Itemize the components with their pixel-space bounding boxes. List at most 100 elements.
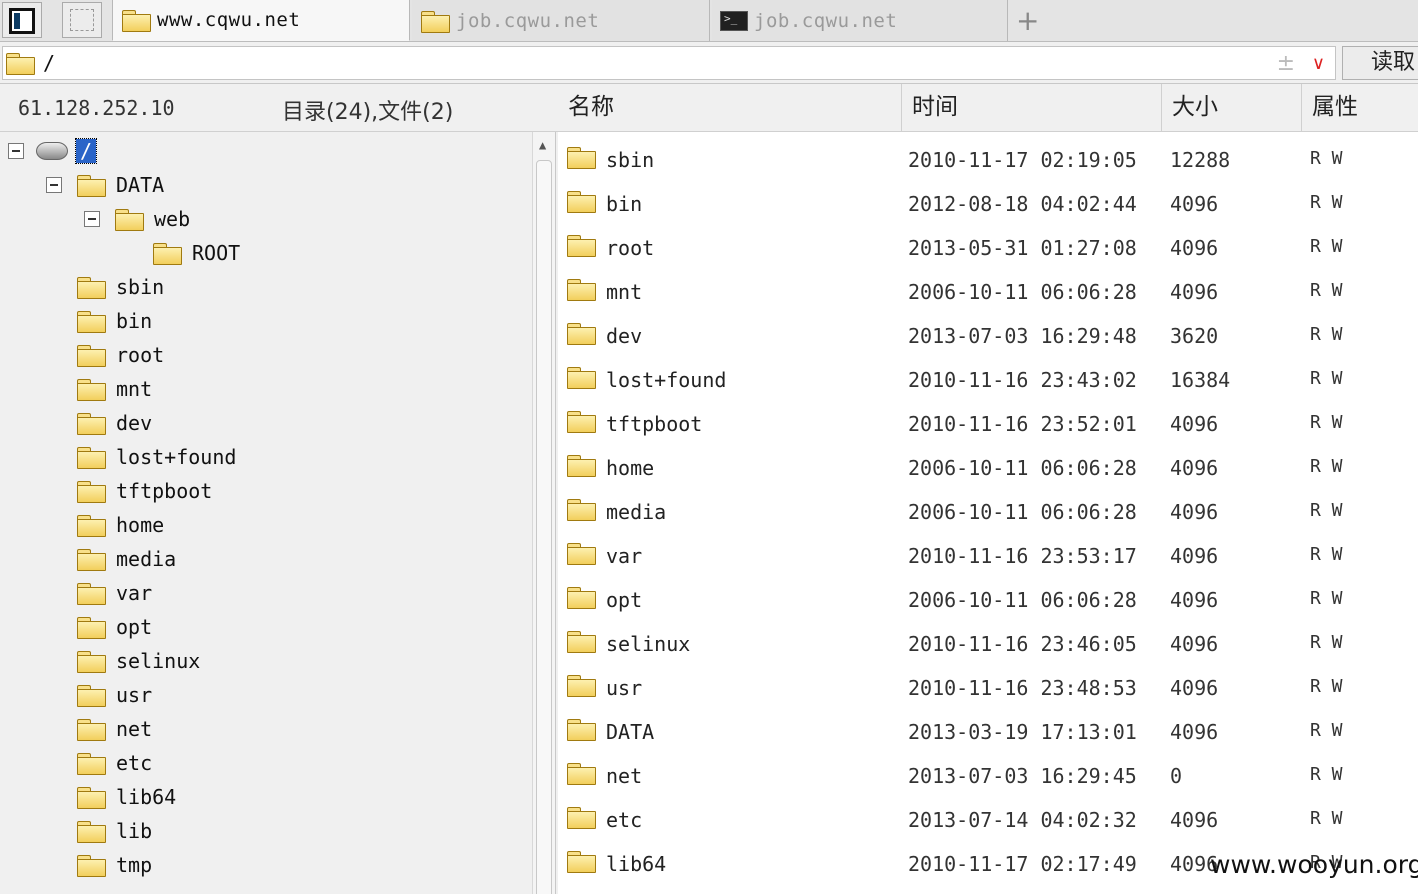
tab-job-cqwu-files[interactable]: job.cqwu.net xyxy=(412,0,710,41)
tab-www-cqwu[interactable]: www.cqwu.net xyxy=(112,0,410,41)
tree-node[interactable]: home xyxy=(76,508,164,542)
folder-icon xyxy=(76,650,106,673)
tree-node[interactable]: net xyxy=(76,712,152,746)
column-header-attr[interactable]: 属性 xyxy=(1302,84,1418,131)
add-tab-button[interactable]: + xyxy=(1016,4,1039,37)
column-header-time[interactable]: 时间 xyxy=(902,84,1162,131)
read-button[interactable]: 读取 xyxy=(1342,46,1418,80)
tree-node-label: opt xyxy=(116,615,153,639)
path-value: / xyxy=(43,51,56,75)
tree-node[interactable]: selinux xyxy=(76,644,200,678)
folder-icon xyxy=(566,718,596,741)
file-time: 2010-11-16 23:53:17 xyxy=(908,544,1137,568)
file-time: 2013-07-03 16:29:48 xyxy=(908,324,1137,348)
folder-icon xyxy=(566,586,596,609)
folder-icon xyxy=(76,616,106,639)
folder-icon xyxy=(76,276,106,299)
tree-node[interactable]: sbin xyxy=(76,270,164,304)
file-attr: R W xyxy=(1310,412,1343,433)
folder-icon xyxy=(566,630,596,653)
folder-icon xyxy=(76,718,106,741)
folder-icon xyxy=(566,850,596,873)
file-name: mnt xyxy=(606,280,643,304)
file-row[interactable]: bin 2012-08-18 04:02:44 4096 R W xyxy=(558,176,1418,220)
file-row[interactable]: selinux 2010-11-16 23:46:05 4096 R W xyxy=(558,616,1418,660)
tree-node[interactable]: opt xyxy=(76,610,152,644)
file-time: 2006-10-11 06:06:28 xyxy=(908,500,1137,524)
file-row[interactable]: lost+found 2010-11-16 23:43:02 16384 R W xyxy=(558,352,1418,396)
tree-node[interactable]: root xyxy=(76,338,164,372)
folder-icon xyxy=(76,174,106,197)
file-row[interactable]: var 2010-11-16 23:53:17 4096 R W xyxy=(558,528,1418,572)
tab-job-cqwu-terminal[interactable]: job.cqwu.net xyxy=(712,0,1008,41)
collapse-icon[interactable] xyxy=(8,143,24,159)
tree-scrollbar[interactable]: ▲ xyxy=(532,132,556,894)
file-list: sbin 2010-11-17 02:19:05 12288 R W bin 2012-0… xyxy=(558,132,1418,894)
file-size: 4096 xyxy=(1170,236,1219,260)
file-size: 4096 xyxy=(1170,808,1219,832)
folder-icon xyxy=(76,582,106,605)
scrollbar-thumb[interactable] xyxy=(536,160,552,894)
file-row[interactable]: etc 2013-07-14 04:02:32 4096 R W xyxy=(558,792,1418,836)
folder-icon xyxy=(76,480,106,503)
file-size: 12288 xyxy=(1170,148,1231,172)
file-row[interactable]: mnt 2006-10-11 06:06:28 4096 R W xyxy=(558,264,1418,308)
scroll-up-icon[interactable]: ▲ xyxy=(539,138,546,152)
toggle-panel-button[interactable] xyxy=(2,2,42,38)
file-row[interactable]: usr 2010-11-16 23:48:53 4096 R W xyxy=(558,660,1418,704)
tree-node-data[interactable]: DATA xyxy=(46,168,164,202)
folder-icon xyxy=(566,278,596,301)
file-name: lost+found xyxy=(606,368,727,392)
folder-icon xyxy=(121,9,151,32)
collapse-icon[interactable] xyxy=(46,177,62,193)
tree-node[interactable]: etc xyxy=(76,746,152,780)
folder-icon xyxy=(76,446,106,469)
tree-node[interactable]: tftpboot xyxy=(76,474,212,508)
plus-minus-icon[interactable]: ± xyxy=(1277,51,1295,76)
directory-tree: / DATA web ROOT sbin bin root mnt dev lost+fo… xyxy=(0,132,532,894)
folder-icon xyxy=(76,854,106,877)
select-button[interactable] xyxy=(62,2,102,38)
folder-icon xyxy=(76,310,106,333)
file-time: 2006-10-11 06:06:28 xyxy=(908,588,1137,612)
file-row[interactable]: DATA 2013-03-19 17:13:01 4096 R W xyxy=(558,704,1418,748)
tree-node[interactable]: mnt xyxy=(76,372,152,406)
file-time: 2006-10-11 06:06:28 xyxy=(908,456,1137,480)
tree-node[interactable]: lib xyxy=(76,814,152,848)
file-row[interactable]: media 2006-10-11 06:06:28 4096 R W xyxy=(558,484,1418,528)
file-row[interactable]: sbin 2010-11-17 02:19:05 12288 R W xyxy=(558,132,1418,176)
path-input[interactable]: / ± ∨ xyxy=(2,46,1336,80)
file-row[interactable]: home 2006-10-11 06:06:28 4096 R W xyxy=(558,440,1418,484)
tree-node[interactable]: var xyxy=(76,576,152,610)
file-name: media xyxy=(606,500,667,524)
folder-icon xyxy=(566,454,596,477)
folder-icon xyxy=(76,752,106,775)
file-attr: R W xyxy=(1310,808,1343,829)
file-row[interactable]: root 2013-05-31 01:27:08 4096 R W xyxy=(558,220,1418,264)
tree-node[interactable]: tmp xyxy=(76,848,152,882)
file-attr: R W xyxy=(1310,500,1343,521)
tree-node-root[interactable]: / xyxy=(8,134,98,168)
column-header-name[interactable]: 名称 xyxy=(558,84,902,131)
tree-node[interactable]: bin xyxy=(76,304,152,338)
file-time: 2012-08-18 04:02:44 xyxy=(908,192,1137,216)
tree-node[interactable]: media xyxy=(76,542,176,576)
file-size: 4096 xyxy=(1170,676,1219,700)
collapse-icon[interactable] xyxy=(84,211,100,227)
file-row[interactable]: net 2013-07-03 16:29:45 0 R W xyxy=(558,748,1418,792)
tree-node[interactable]: usr xyxy=(76,678,152,712)
tree-node-root-dir[interactable]: ROOT xyxy=(152,236,240,270)
tree-node-label: tmp xyxy=(116,853,153,877)
drive-icon xyxy=(36,142,68,160)
tree-node[interactable]: lib64 xyxy=(76,780,176,814)
tree-node-web[interactable]: web xyxy=(84,202,190,236)
file-row[interactable]: tftpboot 2010-11-16 23:52:01 4096 R W xyxy=(558,396,1418,440)
file-row[interactable]: dev 2013-07-03 16:29:48 3620 R W xyxy=(558,308,1418,352)
file-attr: R W xyxy=(1310,544,1343,565)
tree-node[interactable]: lost+found xyxy=(76,440,236,474)
file-row[interactable]: opt 2006-10-11 06:06:28 4096 R W xyxy=(558,572,1418,616)
chevron-down-icon[interactable]: ∨ xyxy=(1312,53,1325,74)
tree-node[interactable]: dev xyxy=(76,406,152,440)
column-header-size[interactable]: 大小 xyxy=(1162,84,1302,131)
folder-icon xyxy=(76,514,106,537)
